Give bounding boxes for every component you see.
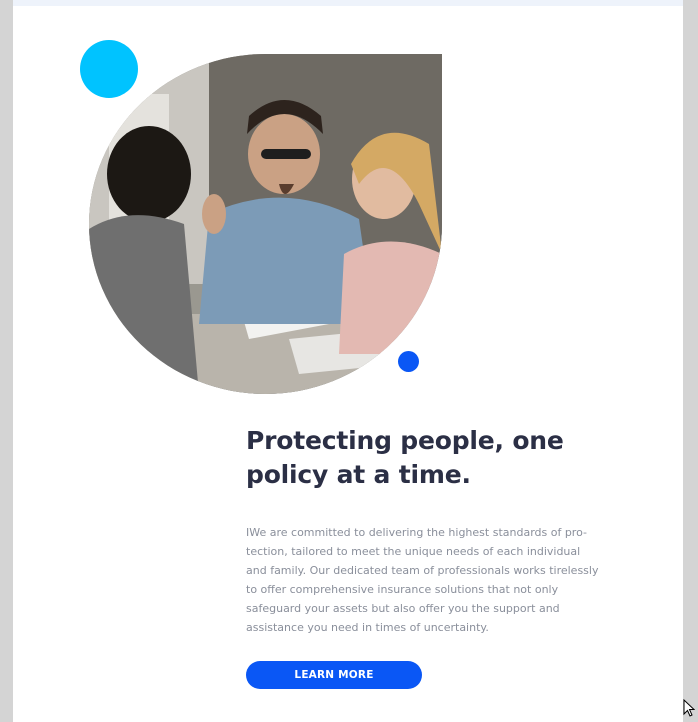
hero-photo-illustration [89,54,442,394]
hero-heading: Protecting people, one policy at a time. [246,426,564,489]
page-section: Protecting people, one policy at a time.… [13,0,683,722]
hero-description: IWe are committed to delivering the high… [246,526,599,634]
decorative-cyan-circle [80,40,138,98]
hero-image [89,54,442,394]
decorative-blue-dot [398,351,419,372]
top-strip [13,0,683,6]
mouse-pointer-icon [683,699,695,717]
learn-more-button[interactable]: LEARN MORE [246,661,422,689]
